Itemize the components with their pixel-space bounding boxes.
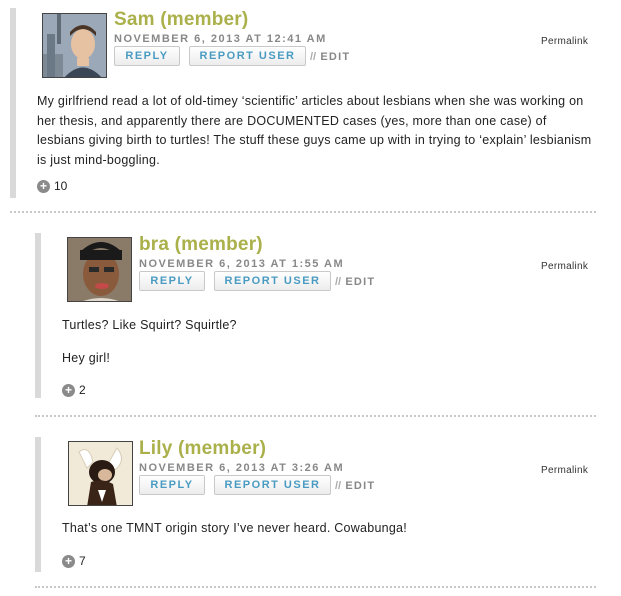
- comment-lily: Lily (member) NOVEMBER 6, 2013 AT 3:26 A…: [35, 437, 600, 577]
- vote-count: + 7: [62, 554, 86, 568]
- permalink[interactable]: Permalink: [541, 261, 588, 272]
- plus-circle-icon[interactable]: +: [62, 554, 75, 568]
- edit-label[interactable]: EDIT: [320, 51, 350, 63]
- comment-author[interactable]: Sam (member): [114, 9, 248, 31]
- edit-label[interactable]: EDIT: [345, 480, 375, 492]
- report-user-button[interactable]: REPORT USER: [189, 46, 306, 66]
- reply-button[interactable]: REPLY: [139, 475, 205, 495]
- comment-body: Turtles? Like Squirt? Squirtle? Hey girl…: [62, 316, 592, 368]
- comment-body: That’s one TMNT origin story I’ve never …: [62, 519, 592, 539]
- comment-sam: Sam (member) NOVEMBER 6, 2013 AT 12:41 A…: [10, 8, 600, 204]
- vote-number: 7: [79, 554, 86, 568]
- reply-button[interactable]: REPLY: [139, 271, 205, 291]
- vote-count: + 2: [62, 383, 86, 397]
- comment-body: My girlfriend read a lot of old-timey ‘s…: [37, 92, 597, 170]
- comment-paragraph: Turtles? Like Squirt? Squirtle?: [62, 318, 237, 332]
- comment-paragraph: Hey girl!: [62, 350, 111, 365]
- avatar[interactable]: [67, 237, 132, 302]
- edit-separator: //: [335, 480, 342, 492]
- permalink[interactable]: Permalink: [541, 36, 588, 47]
- edit-link[interactable]: // EDIT: [310, 51, 350, 63]
- report-user-button[interactable]: REPORT USER: [214, 475, 331, 495]
- edit-link[interactable]: // EDIT: [335, 276, 375, 288]
- comment-bra: bra (member) NOVEMBER 6, 2013 AT 1:55 AM…: [35, 233, 600, 403]
- plus-circle-icon[interactable]: +: [62, 383, 75, 397]
- thread-bar: [35, 437, 41, 572]
- vote-number: 2: [79, 383, 86, 397]
- plus-circle-icon[interactable]: +: [37, 179, 50, 193]
- edit-label[interactable]: EDIT: [345, 276, 375, 288]
- avatar[interactable]: [42, 13, 107, 78]
- edit-link[interactable]: // EDIT: [335, 480, 375, 492]
- avatar[interactable]: [68, 441, 133, 506]
- comment-author[interactable]: bra (member): [139, 234, 263, 256]
- vote-number: 10: [54, 179, 68, 193]
- permalink[interactable]: Permalink: [541, 465, 588, 476]
- edit-separator: //: [310, 51, 317, 63]
- reply-button[interactable]: REPLY: [114, 46, 180, 66]
- comment-divider: [35, 415, 596, 417]
- comment-author[interactable]: Lily (member): [139, 438, 266, 460]
- comment-date: NOVEMBER 6, 2013 AT 12:41 AM: [114, 33, 327, 45]
- comment-date: NOVEMBER 6, 2013 AT 1:55 AM: [139, 258, 345, 270]
- comment-paragraph: My girlfriend read a lot of old-timey ‘s…: [37, 94, 592, 167]
- comment-paragraph: That’s one TMNT origin story I’ve never …: [62, 521, 407, 535]
- thread-bar: [10, 8, 16, 198]
- comment-date: NOVEMBER 6, 2013 AT 3:26 AM: [139, 462, 345, 474]
- edit-separator: //: [335, 276, 342, 288]
- thread-bar: [35, 233, 41, 398]
- report-user-button[interactable]: REPORT USER: [214, 271, 331, 291]
- vote-count: + 10: [37, 179, 67, 193]
- comment-divider: [10, 211, 596, 213]
- comment-divider: [35, 586, 596, 588]
